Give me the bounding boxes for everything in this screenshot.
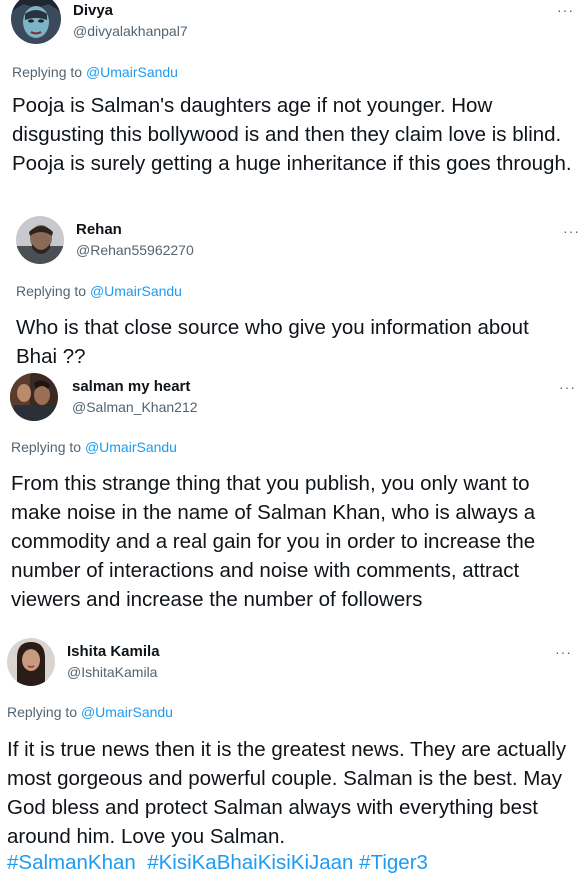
- replying-to: Replying to @UmairSandu: [12, 64, 178, 80]
- replying-to: Replying to @UmairSandu: [11, 439, 177, 455]
- avatar-image: [16, 216, 64, 264]
- reply-text: From this strange thing that you publish…: [11, 472, 536, 611]
- mention-link[interactable]: @UmairSandu: [90, 283, 182, 299]
- author-handle[interactable]: @divyalakhanpal7: [73, 23, 188, 39]
- avatar-image: [7, 638, 55, 686]
- mention-link[interactable]: @UmairSandu: [86, 64, 178, 80]
- reply-item-divya[interactable]: Divya @divyalakhanpal7 ··· Replying to @…: [0, 0, 581, 210]
- author-name[interactable]: Ishita Kamila: [67, 643, 160, 660]
- more-dots-icon[interactable]: ···: [555, 645, 572, 659]
- author-name[interactable]: salman my heart: [72, 378, 190, 395]
- avatar[interactable]: [11, 0, 61, 44]
- replying-to-label: Replying to: [7, 704, 81, 720]
- avatar-image: [10, 373, 58, 421]
- replying-to: Replying to @UmairSandu: [7, 704, 173, 720]
- replying-to-label: Replying to: [16, 283, 90, 299]
- reply-text: If it is true news then it is the greate…: [7, 738, 567, 848]
- reply-item-salman-my-heart[interactable]: salman my heart @Salman_Khan212 ··· Repl…: [0, 368, 581, 636]
- reply-text: Pooja is Salman's daughters age if not y…: [12, 94, 572, 175]
- hashtag-link[interactable]: #Tiger3: [359, 851, 428, 874]
- replying-to-label: Replying to: [12, 64, 86, 80]
- author-name[interactable]: Divya: [73, 2, 113, 19]
- reply-item-rehan[interactable]: Rehan @Rehan55962270 ··· Replying to @Um…: [0, 210, 581, 368]
- avatar-image: [11, 0, 61, 44]
- avatar[interactable]: [7, 638, 55, 686]
- hashtag-link[interactable]: #KisiKaBhaiKisiKiJaan: [147, 851, 353, 874]
- author-handle[interactable]: @Salman_Khan212: [72, 399, 198, 415]
- reply-text: Who is that close source who give you in…: [16, 316, 529, 368]
- replying-to: Replying to @UmairSandu: [16, 283, 182, 299]
- more-dots-icon[interactable]: ···: [559, 380, 576, 394]
- mention-link[interactable]: @UmairSandu: [85, 439, 177, 455]
- avatar[interactable]: [16, 216, 64, 264]
- hashtags: #SalmanKhan #KisiKaBhaiKisiKiJaan #Tiger…: [7, 848, 577, 877]
- author-handle[interactable]: @IshitaKamila: [67, 664, 157, 680]
- author-name[interactable]: Rehan: [76, 221, 122, 238]
- author-handle[interactable]: @Rehan55962270: [76, 242, 194, 258]
- more-dots-icon[interactable]: ···: [563, 224, 580, 238]
- avatar[interactable]: [10, 373, 58, 421]
- reply-item-ishita-kamila[interactable]: Ishita Kamila @IshitaKamila ··· Replying…: [0, 636, 581, 874]
- hashtag-link[interactable]: #SalmanKhan: [7, 851, 136, 874]
- mention-link[interactable]: @UmairSandu: [81, 704, 173, 720]
- replying-to-label: Replying to: [11, 439, 85, 455]
- more-dots-icon[interactable]: ···: [557, 3, 574, 17]
